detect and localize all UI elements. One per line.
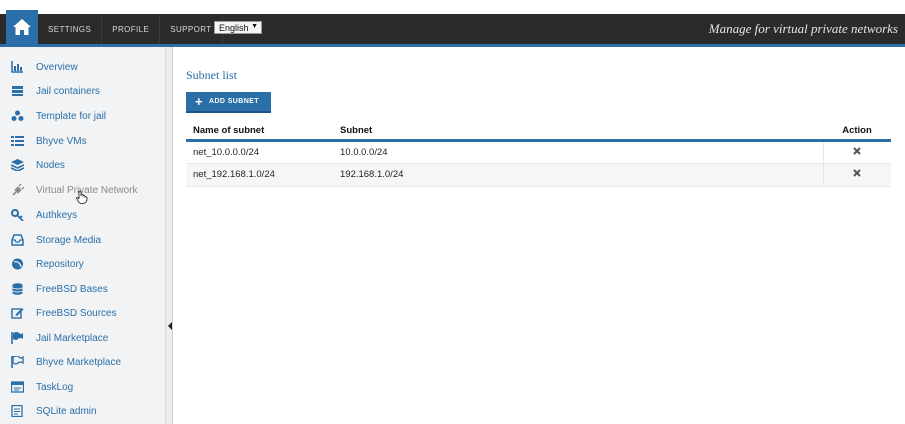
- sidebar-item-label: Jail Marketplace: [36, 332, 109, 344]
- bar-chart-icon: [11, 61, 24, 74]
- sidebar-item-bhyve-marketplace[interactable]: Bhyve Marketplace: [0, 350, 166, 374]
- sidebar-item-label: TaskLog: [36, 381, 74, 393]
- database-icon: [11, 283, 24, 296]
- nav-settings[interactable]: SETTINGS: [38, 14, 103, 44]
- subnet-name-cell: net_192.168.1.0/24: [186, 163, 333, 187]
- sidebar-item-overview[interactable]: Overview: [0, 55, 166, 79]
- sidebar-item-storage-media[interactable]: Storage Media: [0, 228, 166, 252]
- server-icon: [11, 85, 24, 98]
- subnet-table: Name of subnet Subnet Action net_10.0.0.…: [186, 123, 891, 187]
- sidebar-item-label: Authkeys: [36, 209, 78, 221]
- page-title: Subnet list: [186, 68, 238, 82]
- sidebar-item-label: Template for jail: [36, 110, 107, 122]
- sidebar-item-label: Repository: [36, 258, 84, 270]
- action-cell: [822, 163, 891, 187]
- page-tagline: Manage for virtual private networks: [708, 21, 898, 36]
- stack-icon: [11, 159, 24, 172]
- sidebar-item-nodes[interactable]: Nodes: [0, 153, 166, 177]
- language-select[interactable]: English ▼: [214, 21, 262, 34]
- sidebar-item-freebsd-sources[interactable]: FreeBSD Sources: [0, 301, 166, 325]
- home-button[interactable]: [6, 10, 38, 44]
- sidebar-item-label: Nodes: [36, 159, 65, 171]
- sidebar-item-label: FreeBSD Bases: [36, 283, 108, 295]
- sidebar: Overview Jail containers Template for ja…: [0, 47, 166, 424]
- sidebar-item-jail-containers[interactable]: Jail containers: [0, 79, 166, 103]
- sidebar-item-template-for-jail[interactable]: Template for jail: [0, 104, 166, 128]
- chevron-down-icon: ▼: [251, 23, 258, 30]
- top-strip: [0, 0, 905, 14]
- table-row: net_10.0.0.0/24 10.0.0.0/24: [186, 140, 891, 164]
- globe-icon: [11, 258, 24, 271]
- table-header-row: Name of subnet Subnet Action: [186, 123, 891, 142]
- plus-icon: +: [195, 94, 203, 109]
- sidebar-item-jail-marketplace[interactable]: Jail Marketplace: [0, 326, 166, 350]
- sidebar-collapse-toggle[interactable]: [167, 320, 173, 330]
- sidebar-item-bhyve-vms[interactable]: Bhyve VMs: [0, 129, 166, 153]
- sidebar-item-freebsd-bases[interactable]: FreeBSD Bases: [0, 277, 166, 301]
- sidebar-item-repository[interactable]: Repository: [0, 252, 166, 276]
- add-subnet-button[interactable]: + ADD SUBNET: [186, 92, 271, 113]
- sidebar-divider: [166, 47, 173, 424]
- subnet-name-cell: net_10.0.0.0/24: [186, 140, 333, 164]
- sidebar-item-sqlite-admin[interactable]: SQLite admin: [0, 399, 166, 423]
- caret-left-icon: [168, 322, 172, 330]
- list-icon: [11, 135, 24, 148]
- sidebar-item-label: FreeBSD Sources: [36, 307, 117, 319]
- sidebar-item-label: Bhyve VMs: [36, 135, 87, 147]
- plug-icon: [11, 184, 24, 197]
- nav-profile[interactable]: PROFILE: [102, 14, 161, 44]
- action-cell: [822, 140, 891, 164]
- cubes-icon: [11, 110, 24, 123]
- language-select-value: English: [219, 22, 249, 33]
- inbox-icon: [11, 234, 24, 247]
- sidebar-item-label: Jail containers: [36, 85, 100, 97]
- table-row: net_192.168.1.0/24 192.168.1.0/24: [186, 163, 891, 187]
- delete-icon[interactable]: [853, 169, 861, 180]
- sidebar-item-authkeys[interactable]: Authkeys: [0, 203, 166, 227]
- column-header-subnet: Subnet: [333, 123, 823, 142]
- sidebar-item-label: Storage Media: [36, 234, 102, 246]
- sidebar-item-tasklog[interactable]: TaskLog: [0, 375, 166, 399]
- sidebar-item-label: SQLite admin: [36, 405, 97, 417]
- add-subnet-label: ADD SUBNET: [209, 98, 259, 105]
- flag-icon: [11, 332, 24, 345]
- sqlite-icon: [11, 405, 24, 418]
- home-icon: [13, 19, 31, 35]
- flag-outline-icon: [11, 356, 24, 369]
- subnet-value-cell: 192.168.1.0/24: [333, 163, 823, 187]
- column-header-name: Name of subnet: [186, 123, 333, 142]
- column-header-action: Action: [823, 123, 891, 142]
- delete-icon[interactable]: [853, 146, 861, 158]
- edit-icon: [11, 307, 24, 320]
- subnet-value-cell: 10.0.0.0/24: [333, 140, 823, 164]
- top-nav: SETTINGS PROFILE SUPPORT: [38, 14, 223, 44]
- tasklog-icon: [11, 381, 24, 394]
- sidebar-item-label: Overview: [36, 61, 78, 73]
- mouse-cursor-icon: [76, 190, 88, 204]
- key-icon: [11, 209, 24, 222]
- sidebar-item-label: Bhyve Marketplace: [36, 356, 122, 368]
